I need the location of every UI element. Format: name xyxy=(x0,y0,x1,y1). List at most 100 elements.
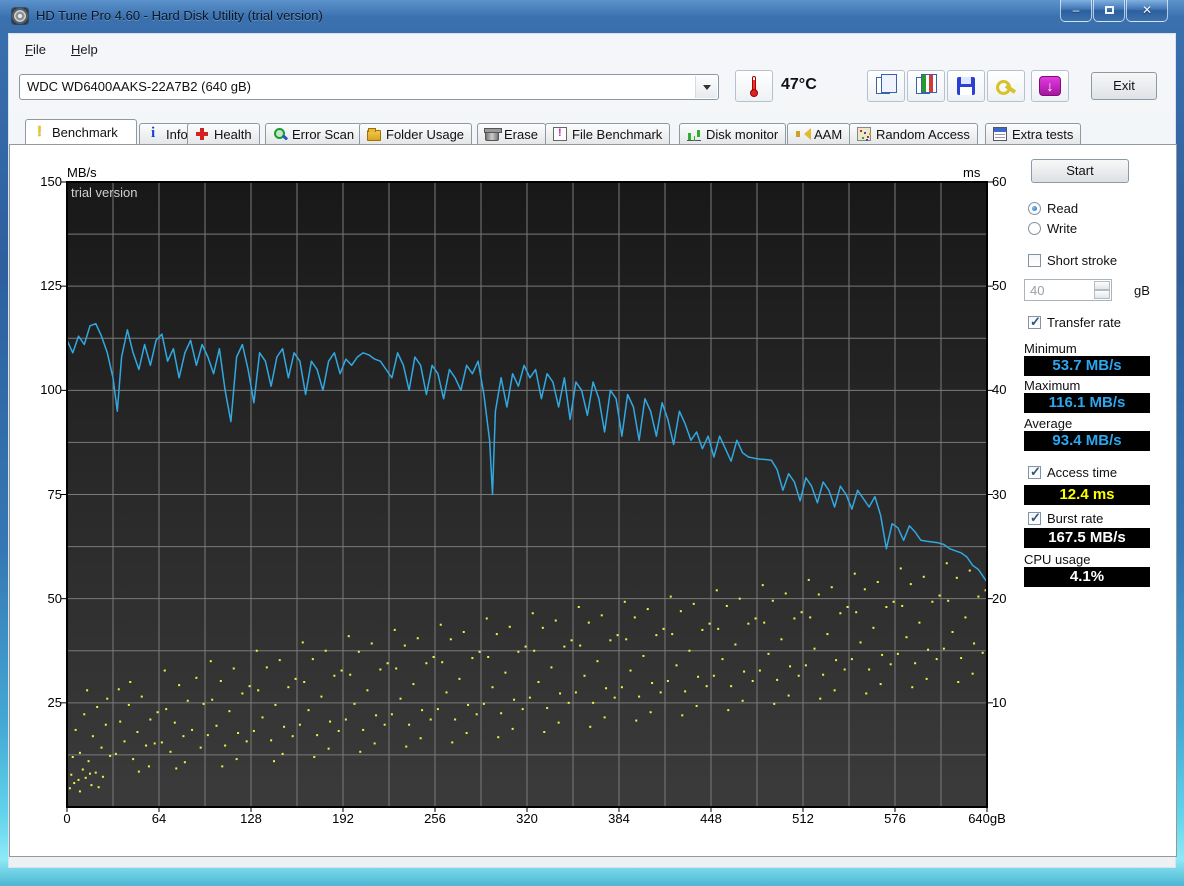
minimize-button[interactable]: – xyxy=(1060,0,1092,22)
x-axis-tick: 0 xyxy=(63,811,71,826)
save-button[interactable] xyxy=(947,70,985,102)
drive-select[interactable]: WDC WD6400AAKS-22A7B2 (640 gB) xyxy=(19,74,719,100)
tab-label: Info xyxy=(166,126,188,142)
tab-bar: Benchmark Info Health Error Scan Folder … xyxy=(9,119,1175,144)
window-title: HD Tune Pro 4.60 - Hard Disk Utility (tr… xyxy=(36,8,323,23)
short-stroke-checkbox[interactable]: Short stroke xyxy=(1028,253,1117,268)
app-icon xyxy=(12,8,28,24)
checkbox-checked-icon[interactable] xyxy=(1028,314,1041,330)
copy-text-button[interactable] xyxy=(867,70,905,102)
radio-unselected-icon[interactable] xyxy=(1028,222,1041,235)
read-radio[interactable]: Read xyxy=(1028,201,1078,216)
tab-benchmark[interactable]: Benchmark xyxy=(25,119,137,144)
spinner-up-icon[interactable] xyxy=(1094,281,1110,290)
read-label: Read xyxy=(1047,201,1079,216)
title-bar[interactable]: HD Tune Pro 4.60 - Hard Disk Utility (tr… xyxy=(0,0,1184,33)
benchmark-chart xyxy=(61,181,993,812)
x-axis-tick: 384 xyxy=(608,811,630,826)
copy-screenshot-button[interactable] xyxy=(907,70,945,102)
short-stroke-value: 40 xyxy=(1030,283,1045,298)
separator xyxy=(1014,246,1165,247)
info-icon xyxy=(147,125,161,142)
tab-label: Extra tests xyxy=(1012,126,1074,142)
benchmark-icon xyxy=(33,123,47,140)
maximize-button[interactable] xyxy=(1093,0,1125,22)
maximize-icon xyxy=(1104,6,1114,14)
left-axis-unit: MB/s xyxy=(67,165,97,180)
short-stroke-size-spinner[interactable]: 40 xyxy=(1024,279,1112,301)
x-axis-tick: 128 xyxy=(240,811,262,826)
download-button[interactable]: ↓ xyxy=(1031,70,1069,102)
trash-icon xyxy=(484,128,502,141)
tab-label: Health xyxy=(214,126,252,142)
tab-aam[interactable]: AAM xyxy=(787,123,851,144)
tab-label: AAM xyxy=(814,126,843,142)
thermometer-icon xyxy=(750,76,758,98)
separator xyxy=(1014,194,1165,195)
average-value: 93.4 MB/s xyxy=(1024,431,1150,451)
separator xyxy=(1014,335,1165,336)
checkbox-unchecked-icon[interactable] xyxy=(1028,254,1041,267)
right-axis-unit: ms xyxy=(963,165,981,180)
chevron-down-icon[interactable] xyxy=(695,76,717,98)
checkbox-checked-icon[interactable] xyxy=(1028,510,1041,526)
tab-extra-tests[interactable]: Extra tests xyxy=(985,123,1082,144)
tab-file-benchmark[interactable]: File Benchmark xyxy=(545,123,671,144)
close-button[interactable]: ✕ xyxy=(1126,0,1168,22)
app-window: HD Tune Pro 4.60 - Hard Disk Utility (tr… xyxy=(0,0,1184,886)
maximum-value: 116.1 MB/s xyxy=(1024,393,1150,413)
tab-erase[interactable]: Erase xyxy=(477,123,546,144)
tab-label: Random Access xyxy=(876,126,970,142)
burst_rate-value: 167.5 MB/s xyxy=(1024,528,1150,548)
minimum-label: Minimum xyxy=(1024,341,1077,356)
x-axis-tick: 320 xyxy=(516,811,538,826)
radio-selected-icon[interactable] xyxy=(1028,202,1041,215)
tab-error-scan[interactable]: Error Scan xyxy=(265,123,363,144)
checkbox-checked-icon[interactable] xyxy=(1028,464,1041,480)
temperature-button[interactable] xyxy=(735,70,773,102)
write-radio[interactable]: Write xyxy=(1028,221,1077,236)
y-axis-right-tick: 60 xyxy=(992,174,1007,189)
tab-random-access[interactable]: Random Access xyxy=(849,123,978,144)
y-axis-left-tick: 125 xyxy=(40,278,62,294)
minimum-value: 53.7 MB/s xyxy=(1024,356,1150,376)
tab-label: Benchmark xyxy=(52,124,118,140)
access-time-checkbox[interactable]: Access time xyxy=(1028,464,1117,480)
burst-rate-checkbox[interactable]: Burst rate xyxy=(1028,510,1103,526)
tab-health[interactable]: Health xyxy=(187,123,260,144)
average-label: Average xyxy=(1024,416,1073,431)
trial-version-watermark: trial version xyxy=(71,185,138,200)
y-axis-right-tick: 10 xyxy=(992,694,1007,710)
options-button[interactable] xyxy=(987,70,1025,102)
x-axis-tick: 640gB xyxy=(968,811,1006,826)
bar-chart-icon xyxy=(687,127,701,141)
tab-folder-usage[interactable]: Folder Usage xyxy=(359,123,473,144)
y-axis-right-tick: 20 xyxy=(992,590,1007,606)
file-benchmark-icon xyxy=(553,127,567,141)
tab-label: Folder Usage xyxy=(386,126,465,142)
drive-select-value: WDC WD6400AAKS-22A7B2 (640 gB) xyxy=(27,79,251,94)
speaker-icon xyxy=(795,127,811,141)
exit-button[interactable]: Exit xyxy=(1091,72,1157,100)
short-stroke-unit: gB xyxy=(1134,283,1150,298)
tab-label: Disk monitor xyxy=(706,126,779,142)
transfer-rate-checkbox[interactable]: Transfer rate xyxy=(1028,314,1121,330)
menu-help[interactable]: Help xyxy=(65,40,104,59)
x-axis-tick: 64 xyxy=(151,811,167,826)
x-axis-tick: 512 xyxy=(792,811,814,826)
start-button[interactable]: Start xyxy=(1031,159,1129,183)
menu-file[interactable]: File xyxy=(19,40,52,59)
tab-disk-monitor[interactable]: Disk monitor xyxy=(679,123,787,144)
separator xyxy=(1014,457,1165,458)
cpu_usage-value: 4.1% xyxy=(1024,567,1150,587)
y-axis-left-tick: 25 xyxy=(47,694,62,710)
y-axis-left-tick: 50 xyxy=(47,590,62,606)
client-area: File Help WDC WD6400AAKS-22A7B2 (640 gB)… xyxy=(8,33,1177,868)
scatter-icon xyxy=(857,127,871,141)
download-arrow-icon: ↓ xyxy=(1039,76,1061,96)
copy-pages-icon xyxy=(876,74,897,94)
floppy-disk-icon xyxy=(957,77,975,95)
table-icon xyxy=(993,127,1007,141)
x-axis-tick: 576 xyxy=(884,811,906,826)
spinner-down-icon[interactable] xyxy=(1094,290,1110,299)
